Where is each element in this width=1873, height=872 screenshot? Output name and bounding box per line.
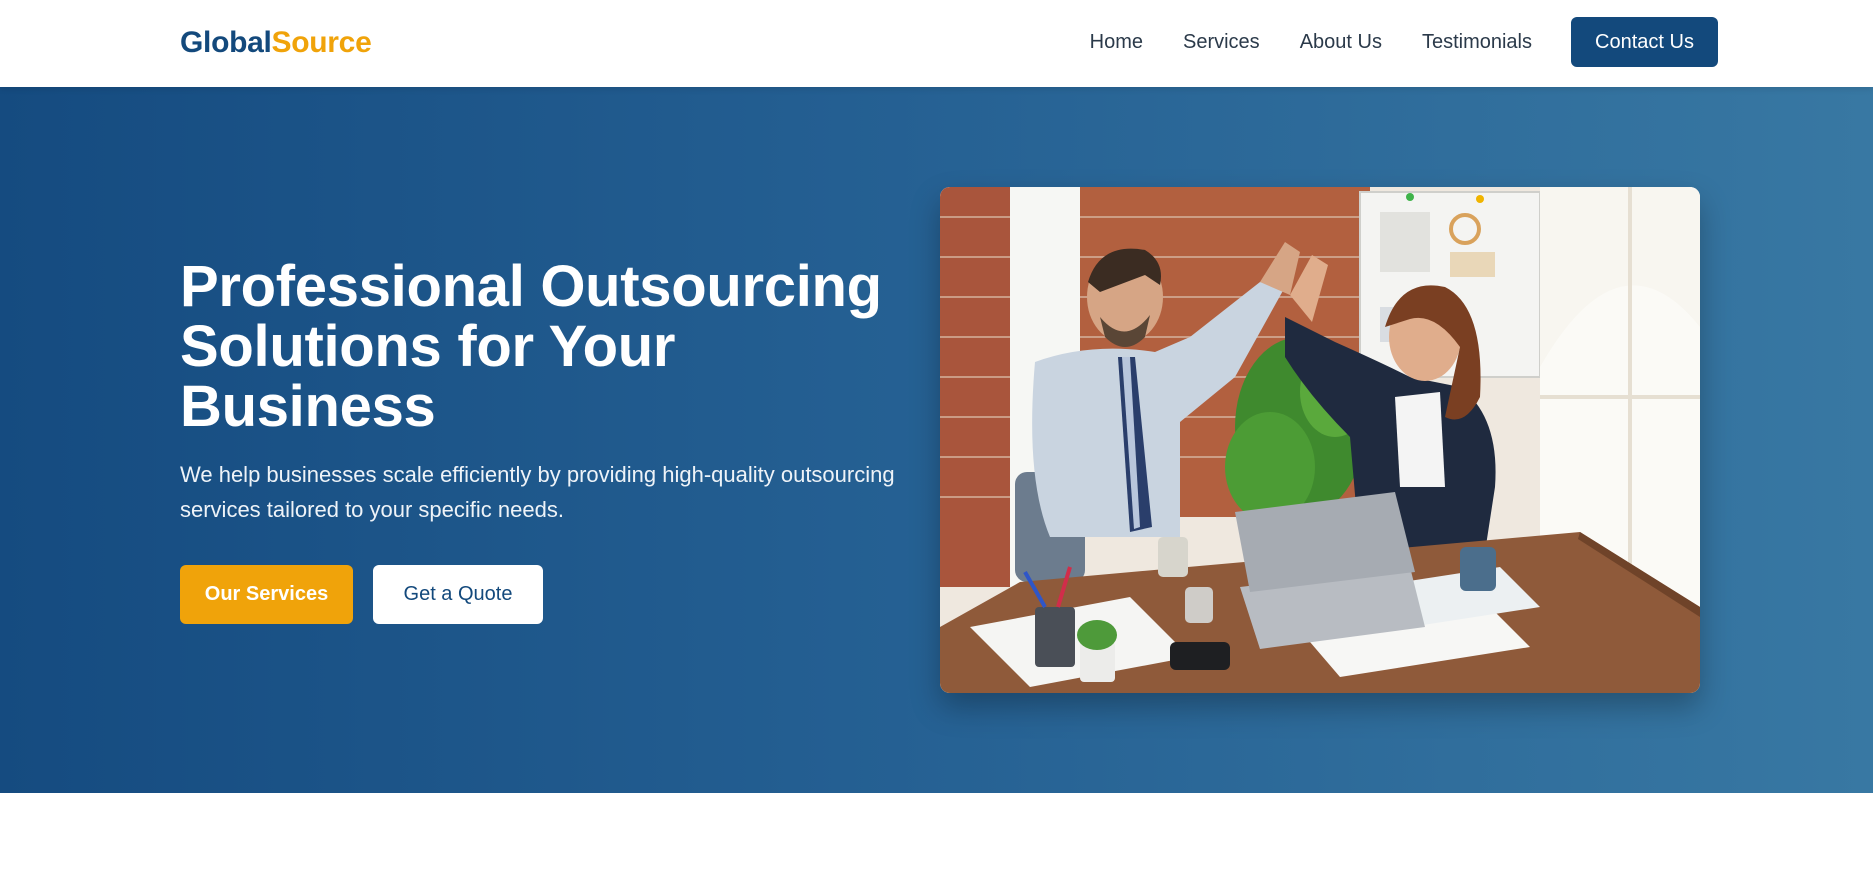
hero-subtitle: We help businesses scale efficiently by …: [180, 462, 895, 522]
nav-link-testimonials[interactable]: Testimonials: [1422, 17, 1532, 67]
logo-text-source: Source: [271, 26, 372, 59]
navbar: GlobalSource Home Services About Us Test…: [0, 0, 1873, 87]
nav-link-home[interactable]: Home: [1090, 17, 1143, 67]
nav-link-about-us[interactable]: About Us: [1300, 17, 1382, 67]
logo-text-global: Global: [180, 26, 272, 59]
hero-section: Professional Outsourcing Solutions for Y…: [0, 87, 1873, 793]
office-photo-illustration: [940, 187, 1700, 693]
hero-title: Professional Outsourcing Solutions for Y…: [180, 254, 882, 439]
next-section: [0, 793, 1873, 872]
nav-link-services[interactable]: Services: [1183, 17, 1260, 67]
get-a-quote-button[interactable]: Get a Quote: [373, 565, 543, 624]
nav-links: Home Services About Us Testimonials Cont…: [1090, 17, 1718, 67]
hero-image: [940, 187, 1700, 693]
our-services-button[interactable]: Our Services: [180, 565, 353, 624]
contact-us-button[interactable]: Contact Us: [1571, 17, 1718, 67]
logo[interactable]: GlobalSource: [180, 25, 372, 61]
